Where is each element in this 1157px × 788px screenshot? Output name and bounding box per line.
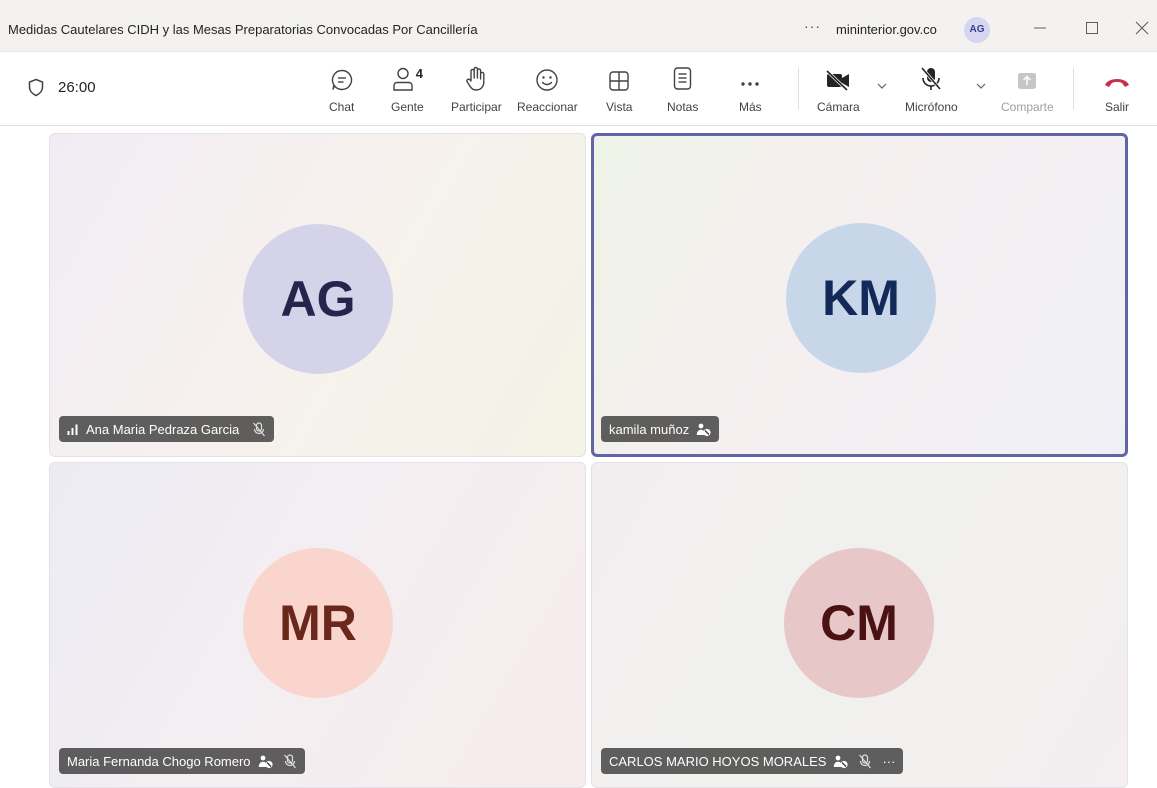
account-avatar[interactable]: AG: [964, 17, 990, 43]
raise-hand-button[interactable]: Participar: [451, 62, 502, 114]
close-icon: [1135, 21, 1149, 35]
camera-off-icon: [826, 69, 850, 92]
participant-name: Ana Maria Pedraza Garcia: [86, 421, 240, 437]
signal-icon: [67, 424, 78, 435]
participant-name-tag: kamila muñoz: [601, 416, 720, 442]
microphone-button[interactable]: Micrófono: [905, 62, 958, 114]
mic-off-icon: [283, 753, 296, 768]
notes-label: Notas: [667, 100, 699, 114]
share-label: Comparte: [1001, 100, 1054, 114]
people-count: 4: [415, 66, 423, 81]
camera-label: Cámara: [817, 100, 860, 114]
smile-icon: [536, 69, 559, 91]
timer-text: 26:00: [58, 79, 96, 96]
participant-name: Maria Fernanda Chogo Romero: [67, 753, 251, 769]
organization-label: mininterior.gov.co: [836, 22, 937, 37]
grid-icon: [609, 71, 629, 91]
participant-name-tag: Maria Fernanda Chogo Romero: [59, 748, 305, 774]
chat-label: Chat: [329, 100, 355, 114]
maximize-button[interactable]: [1074, 12, 1110, 44]
camera-button[interactable]: Cámara: [817, 62, 860, 114]
chat-icon: [331, 69, 352, 91]
participant-tile[interactable]: MR Maria Fernanda Chogo Romero: [49, 462, 586, 788]
meeting-toolbar: 26:00 Chat 4 Gente Participar Reaccionar…: [0, 52, 1157, 126]
microphone-options-chevron-icon[interactable]: [975, 82, 987, 90]
notes-icon: [673, 67, 691, 90]
meeting-title: Medidas Cautelares CIDH y las Mesas Prep…: [8, 22, 478, 37]
minimize-icon: [1034, 27, 1046, 29]
people-button[interactable]: 4 Gente: [391, 62, 424, 114]
more-label: Más: [739, 100, 762, 114]
title-bar: Medidas Cautelares CIDH y las Mesas Prep…: [0, 0, 1157, 52]
more-icon: [741, 82, 760, 86]
no-camera-icon: [258, 755, 273, 768]
view-label: Vista: [606, 100, 633, 114]
minimize-button[interactable]: [1022, 12, 1058, 44]
maximize-icon: [1086, 22, 1098, 34]
leave-label: Salir: [1104, 100, 1129, 114]
shield-icon: [28, 78, 44, 97]
participant-tile[interactable]: AG Ana Maria Pedraza Garcia: [49, 133, 586, 457]
toolbar-divider: [798, 68, 799, 110]
participant-name: kamila muñoz: [609, 421, 690, 437]
microphone-label: Micrófono: [905, 100, 958, 114]
leave-button[interactable]: Salir: [1103, 62, 1131, 114]
participant-tile[interactable]: CM CARLOS MARIO HOYOS MORALES ···: [591, 462, 1128, 788]
participant-avatar: KM: [786, 223, 936, 373]
mic-off-icon: [921, 67, 942, 90]
more-button[interactable]: Más: [739, 62, 762, 114]
participant-avatar: CM: [784, 548, 934, 698]
raise-hand-label: Participar: [451, 100, 502, 114]
participant-more-button[interactable]: ···: [882, 754, 895, 769]
share-icon: [1018, 73, 1037, 89]
mic-off-icon: [253, 421, 266, 436]
mic-off-icon: [859, 753, 872, 768]
camera-options-chevron-icon[interactable]: [876, 82, 888, 90]
participant-tile-active[interactable]: KM kamila muñoz: [591, 133, 1128, 457]
participant-name-tag: CARLOS MARIO HOYOS MORALES ···: [601, 748, 904, 774]
notes-button[interactable]: Notas: [667, 62, 698, 114]
close-button[interactable]: [1124, 12, 1157, 44]
chat-button[interactable]: Chat: [329, 62, 354, 114]
meeting-timer: 26:00: [28, 78, 96, 97]
participant-name-tag: Ana Maria Pedraza Garcia: [59, 416, 275, 442]
people-icon: [393, 67, 413, 91]
title-more-button[interactable]: ···: [804, 18, 821, 34]
react-button[interactable]: Reaccionar: [517, 62, 578, 114]
participant-name: CARLOS MARIO HOYOS MORALES: [609, 753, 827, 769]
phone-hangup-icon: [1105, 79, 1129, 87]
toolbar-divider: [1073, 68, 1074, 110]
no-camera-icon: [834, 755, 849, 768]
participant-avatar: MR: [243, 548, 393, 698]
people-label: Gente: [391, 100, 424, 114]
share-button[interactable]: Comparte: [1001, 62, 1054, 114]
participant-avatar: AG: [243, 224, 393, 374]
view-button[interactable]: Vista: [606, 62, 632, 114]
hand-icon: [466, 66, 485, 91]
react-label: Reaccionar: [517, 100, 578, 114]
no-camera-icon: [697, 423, 711, 436]
